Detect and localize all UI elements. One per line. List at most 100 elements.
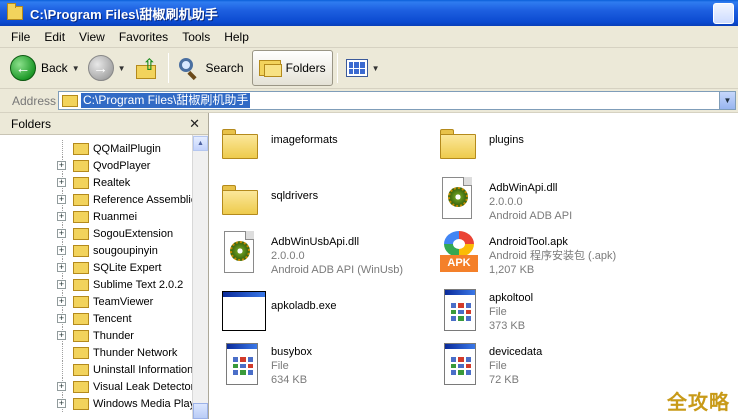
- tree-item-label: QvodPlayer: [93, 159, 151, 172]
- file-detail: 373 KB: [489, 320, 526, 332]
- tree-item[interactable]: + TeamViewer: [0, 293, 192, 310]
- expand-icon[interactable]: +: [57, 280, 66, 289]
- watermark: 全攻略: [667, 392, 730, 414]
- address-value[interactable]: C:\Program Files\甜椒刷机助手: [81, 93, 251, 108]
- file-item[interactable]: AdbWinApi.dll 2.0.0.0 Android ADB API: [434, 175, 644, 227]
- file-name: sqldrivers: [271, 190, 319, 202]
- tree-connector: [62, 361, 63, 378]
- file-detail: 2.0.0.0: [489, 196, 523, 208]
- tree-item[interactable]: + Tencent: [0, 310, 192, 327]
- tree-item[interactable]: + QvodPlayer: [0, 157, 192, 174]
- file-detail: 634 KB: [271, 374, 308, 386]
- tree-item[interactable]: QQMailPlugin: [0, 140, 192, 157]
- file-item[interactable]: busybox File 634 KB: [216, 339, 426, 391]
- file-item[interactable]: sqldrivers: [216, 175, 426, 227]
- up-button[interactable]: ⇧: [130, 51, 164, 85]
- menu-file[interactable]: File: [4, 30, 37, 44]
- menu-favorites[interactable]: Favorites: [112, 30, 175, 44]
- expand-icon[interactable]: +: [57, 331, 66, 340]
- address-bar: Address C:\Program Files\甜椒刷机助手 ▼: [0, 89, 738, 113]
- tree-item[interactable]: + Ruanmei: [0, 208, 192, 225]
- file-item[interactable]: apkoladb.exe: [216, 285, 426, 337]
- expand-icon[interactable]: +: [57, 382, 66, 391]
- file-detail: 72 KB: [489, 374, 519, 386]
- forward-arrow-icon: →: [87, 55, 114, 81]
- tree-item-label: Uninstall Information: [93, 363, 192, 376]
- search-button[interactable]: Search: [173, 51, 248, 85]
- expand-icon[interactable]: +: [57, 399, 66, 408]
- address-field[interactable]: C:\Program Files\甜椒刷机助手 ▼: [58, 91, 736, 110]
- menu-help[interactable]: Help: [217, 30, 256, 44]
- menu-tools[interactable]: Tools: [175, 30, 217, 44]
- search-icon: [177, 56, 201, 81]
- up-folder-icon: ⇧: [134, 55, 160, 81]
- folder-icon: [73, 261, 89, 274]
- folder-icon: [73, 142, 89, 155]
- views-dropdown-icon[interactable]: ▼: [372, 64, 380, 73]
- window-control-button[interactable]: [713, 3, 734, 24]
- folders-pane-title: Folders: [11, 116, 52, 131]
- menu-view[interactable]: View: [72, 30, 112, 44]
- file-detail: Android ADB API: [489, 210, 573, 222]
- folder-tree: QQMailPlugin + QvodPlayer + Realtek + Referenc…: [0, 140, 192, 419]
- expand-icon[interactable]: +: [57, 314, 66, 323]
- tree-item[interactable]: + SogouExtension: [0, 225, 192, 242]
- back-dropdown-icon[interactable]: ▼: [72, 64, 80, 73]
- expand-icon[interactable]: +: [57, 161, 66, 170]
- scroll-thumb[interactable]: [193, 403, 208, 419]
- file-item[interactable]: devicedata File 72 KB: [434, 339, 644, 391]
- tree-item[interactable]: Uninstall Information: [0, 361, 192, 378]
- file-name: AdbWinUsbApi.dll: [271, 236, 360, 248]
- address-dropdown-icon[interactable]: ▼: [719, 92, 735, 109]
- folders-label: Folders: [285, 61, 326, 75]
- folder-icon: [73, 227, 89, 240]
- expand-icon[interactable]: +: [57, 212, 66, 221]
- expand-icon[interactable]: +: [57, 246, 66, 255]
- file-detail: 1,207 KB: [489, 264, 535, 276]
- file-detail: File: [271, 360, 289, 372]
- file-item[interactable]: apkoltool File 373 KB: [434, 285, 644, 337]
- forward-dropdown-icon[interactable]: ▼: [118, 64, 126, 73]
- tree-scrollbar[interactable]: ▲: [192, 135, 208, 419]
- tree-item[interactable]: + SQLite Expert: [0, 259, 192, 276]
- file-item[interactable]: plugins: [434, 119, 644, 171]
- back-button[interactable]: ← Back ▼: [6, 51, 84, 85]
- exe-icon: [216, 285, 266, 333]
- folders-button[interactable]: Folders: [251, 50, 333, 86]
- tree-item[interactable]: + Thunder: [0, 327, 192, 344]
- close-icon[interactable]: ✕: [189, 116, 200, 132]
- file-item[interactable]: APK AndroidTool.apk Android 程序安装包 (.apk) 1,…: [434, 229, 644, 281]
- expand-icon[interactable]: +: [57, 195, 66, 204]
- tree-item[interactable]: Thunder Network: [0, 344, 192, 361]
- menu-edit[interactable]: Edit: [37, 30, 72, 44]
- tree-item[interactable]: + Sublime Text 2.0.2: [0, 276, 192, 293]
- expand-icon[interactable]: +: [57, 229, 66, 238]
- folder-icon: [73, 329, 89, 342]
- tree-item[interactable]: + sougoupinyin: [0, 242, 192, 259]
- file-name: devicedata: [489, 346, 543, 358]
- file-detail: Android 程序安装包 (.apk): [489, 250, 617, 262]
- tree-item[interactable]: + Reference Assemblie: [0, 191, 192, 208]
- file-item[interactable]: imageformats: [216, 119, 426, 171]
- expand-icon[interactable]: +: [57, 297, 66, 306]
- file-name: apkoladb.exe: [271, 300, 337, 312]
- forward-button[interactable]: → ▼: [84, 51, 130, 85]
- file-icon: [434, 339, 482, 387]
- file-detail: 2.0.0.0: [271, 250, 305, 262]
- folder-icon: [73, 176, 89, 189]
- folder-icon: [434, 119, 482, 167]
- file-icon: [216, 339, 264, 387]
- tree-item[interactable]: + Windows Media Play: [0, 395, 192, 412]
- tree-item[interactable]: + Visual Leak Detector: [0, 378, 192, 395]
- tree-item-label: Thunder Network: [93, 346, 178, 359]
- tree-item[interactable]: + Realtek: [0, 174, 192, 191]
- views-button[interactable]: ▼: [342, 51, 384, 85]
- expand-icon[interactable]: +: [57, 178, 66, 187]
- scroll-up-icon[interactable]: ▲: [193, 136, 208, 151]
- expand-icon[interactable]: +: [57, 263, 66, 272]
- folders-icon: [258, 60, 282, 77]
- views-icon: [345, 59, 368, 77]
- file-item[interactable]: AdbWinUsbApi.dll 2.0.0.0 Android ADB API (…: [216, 229, 426, 281]
- folder-icon: [73, 397, 89, 410]
- folder-icon: [73, 278, 89, 291]
